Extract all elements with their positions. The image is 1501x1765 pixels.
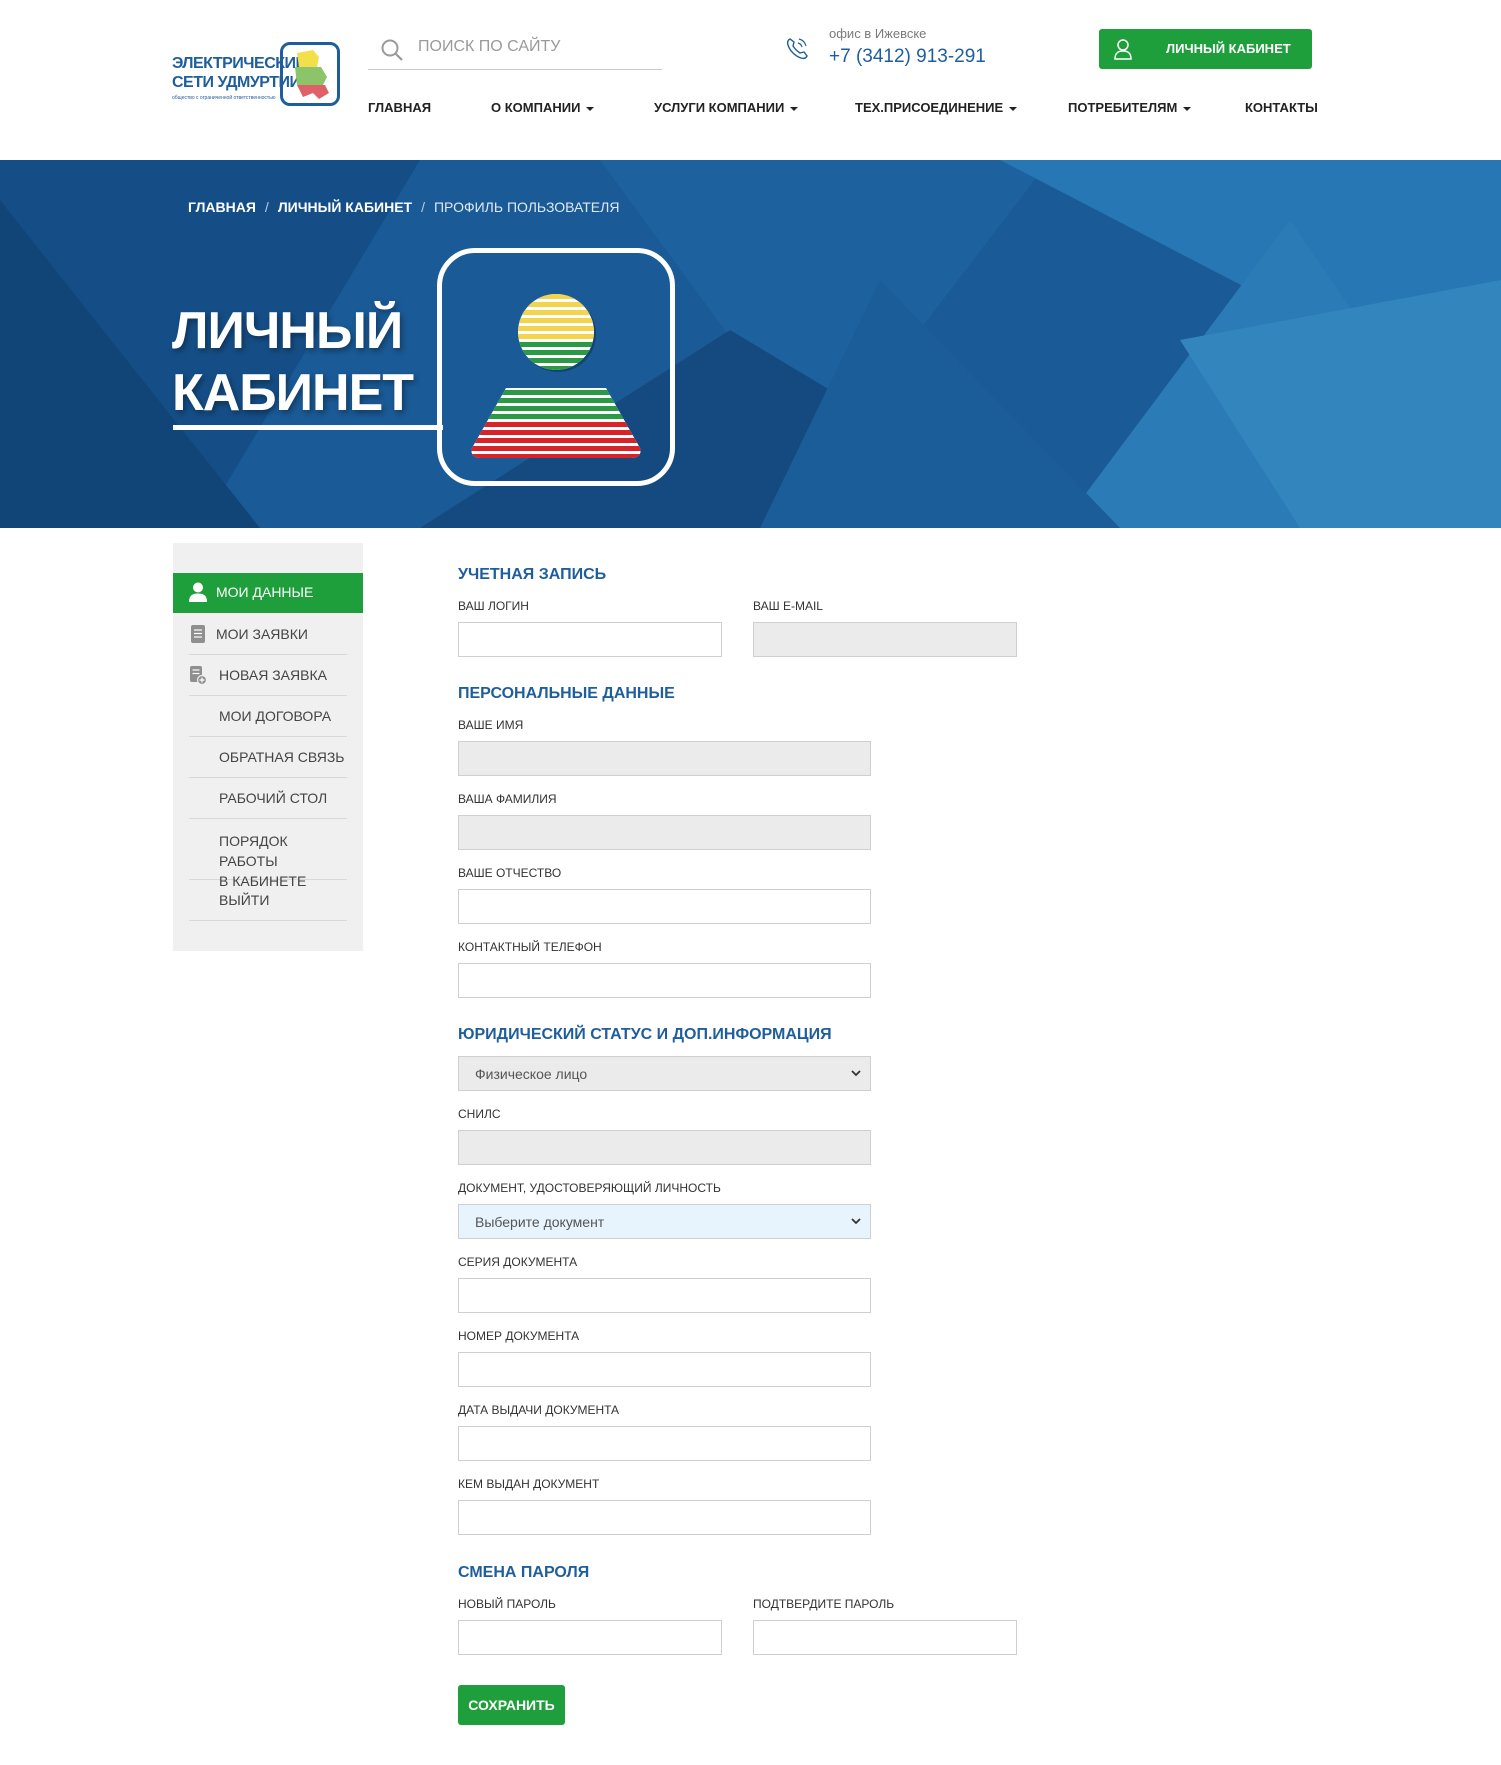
id-document-value: Выберите документ [475, 1214, 605, 1230]
breadcrumb-separator: / [421, 199, 425, 215]
breadcrumb-home[interactable]: ГЛАВНАЯ [188, 199, 256, 215]
title-underline [173, 425, 443, 430]
user-profile-icon [471, 294, 641, 458]
account-sidebar: МОИ ДАННЫЕ МОИ ЗАЯВКИ НОВАЯ ЗАЯВКА МОИ Д… [173, 543, 363, 951]
nav-label: О КОМПАНИИ [491, 100, 581, 115]
id-document-label: ДОКУМЕНТ, УДОСТОВЕРЯЮЩИЙ ЛИЧНОСТЬ [458, 1181, 721, 1195]
logo-emblem [280, 42, 340, 106]
first-name-input[interactable] [458, 741, 871, 776]
document-number-label: НОМЕР ДОКУМЕНТА [458, 1329, 580, 1343]
nav-about[interactable]: О КОМПАНИИ [491, 100, 595, 115]
document-issuer-label: КЕМ ВЫДАН ДОКУМЕНТ [458, 1477, 600, 1491]
page-title-line1: ЛИЧНЫЙ [172, 302, 403, 360]
phone-icon [786, 38, 808, 60]
sidebar-item-label: РАБОЧИЙ СТОЛ [219, 790, 328, 806]
document-issuer-input[interactable] [458, 1500, 871, 1535]
new-password-input[interactable] [458, 1620, 722, 1655]
section-title-account: УЧЕТНАЯ ЗАПИСЬ [458, 566, 607, 583]
company-logo[interactable]: ЭЛЕКТРИЧЕСКИЕ СЕТИ УДМУРТИИ общество с о… [172, 42, 340, 112]
last-name-label: ВАША ФАМИЛИЯ [458, 792, 557, 806]
last-name-input[interactable] [458, 815, 871, 850]
nav-consumers[interactable]: ПОТРЕБИТЕЛЯМ [1068, 100, 1192, 115]
document-icon [191, 625, 205, 643]
user-icon [1114, 39, 1132, 60]
logo-subtitle: общество с ограниченной ответственностью [172, 95, 276, 101]
login-input[interactable] [458, 622, 722, 657]
new-password-label: НОВЫЙ ПАРОЛЬ [458, 1597, 556, 1611]
email-input[interactable] [753, 622, 1017, 657]
section-title-legal: ЮРИДИЧЕСКИЙ СТАТУС И ДОП.ИНФОРМАЦИЯ [458, 1026, 832, 1043]
hero-banner: ГЛАВНАЯ / ЛИЧНЫЙ КАБИНЕТ / ПРОФИЛЬ ПОЛЬЗОВАТ… [0, 160, 1501, 528]
email-label: ВАШ E-MAIL [753, 599, 823, 613]
login-label: ВАШ ЛОГИН [458, 599, 529, 613]
nav-label: УСЛУГИ КОМПАНИИ [654, 100, 785, 115]
contact-phone-label: КОНТАКТНЫЙ ТЕЛЕФОН [458, 940, 602, 954]
personal-cabinet-label: ЛИЧНЫЙ КАБИНЕТ [1166, 41, 1291, 56]
office-label: офис в Ижевске [829, 26, 927, 41]
phone-number[interactable]: +7 (3412) 913-291 [829, 46, 986, 68]
page-title: ЛИЧНЫЙ КАБИНЕТ [172, 300, 414, 424]
user-icon [189, 582, 207, 602]
id-document-select[interactable]: Выберите документ [458, 1204, 871, 1239]
nav-label: ТЕХ.ПРИСОЕДИНЕНИЕ [855, 100, 1004, 115]
personal-cabinet-button[interactable]: ЛИЧНЫЙ КАБИНЕТ [1099, 29, 1312, 69]
caret-down-icon [790, 106, 799, 111]
search-input[interactable]: ПОИСК ПО САЙТУ [418, 38, 560, 56]
snils-label: СНИЛС [458, 1107, 501, 1121]
sidebar-item-label-line1: ПОРЯДОК РАБОТЫ [219, 833, 288, 869]
document-date-label: ДАТА ВЫДАЧИ ДОКУМЕНТА [458, 1403, 620, 1417]
document-series-input[interactable] [458, 1278, 871, 1313]
section-title-personal: ПЕРСОНАЛЬНЫЕ ДАННЫЕ [458, 685, 675, 702]
confirm-password-input[interactable] [753, 1620, 1017, 1655]
page-title-line2: КАБИНЕТ [172, 364, 414, 422]
nav-tech-connection[interactable]: ТЕХ.ПРИСОЕДИНЕНИЕ [855, 100, 1018, 115]
site-header: ЭЛЕКТРИЧЕСКИЕ СЕТИ УДМУРТИИ общество с о… [0, 0, 1501, 160]
breadcrumb-cabinet[interactable]: ЛИЧНЫЙ КАБИНЕТ [278, 199, 412, 215]
breadcrumb-separator: / [264, 199, 269, 215]
chevron-down-icon [851, 1070, 861, 1077]
confirm-password-label: ПОДТВЕРДИТЕ ПАРОЛЬ [753, 1597, 895, 1611]
nav-contacts[interactable]: КОНТАКТЫ [1245, 100, 1318, 115]
first-name-label: ВАШЕ ИМЯ [458, 718, 524, 732]
snils-input[interactable] [458, 1130, 871, 1165]
sidebar-item-my-contracts[interactable]: МОИ ДОГОВОРА [189, 696, 347, 737]
patronymic-input[interactable] [458, 889, 871, 924]
contact-phone-input[interactable] [458, 963, 871, 998]
nav-home[interactable]: ГЛАВНАЯ [368, 100, 431, 115]
new-document-icon [190, 666, 207, 685]
chevron-down-icon [851, 1218, 861, 1225]
sidebar-item-logout[interactable]: ВЫЙТИ [189, 880, 347, 921]
save-button[interactable]: СОХРАНИТЬ [458, 1685, 565, 1725]
search-bar[interactable]: ПОИСК ПО САЙТУ [368, 32, 662, 70]
caret-down-icon [1009, 106, 1018, 111]
sidebar-item-work-procedure[interactable]: ПОРЯДОК РАБОТЫ В КАБИНЕТЕ [189, 819, 347, 889]
legal-status-select[interactable]: Физическое лицо [458, 1056, 871, 1091]
breadcrumb: ГЛАВНАЯ / ЛИЧНЫЙ КАБИНЕТ / ПРОФИЛЬ ПОЛЬЗОВАТ… [188, 199, 619, 215]
sidebar-item-label: НОВАЯ ЗАЯВКА [219, 667, 327, 683]
sidebar-item-my-requests[interactable]: МОИ ЗАЯВКИ [189, 614, 347, 655]
sidebar-item-desktop[interactable]: РАБОЧИЙ СТОЛ [189, 778, 347, 819]
patronymic-label: ВАШЕ ОТЧЕСТВО [458, 866, 562, 880]
nav-label: ПОТРЕБИТЕЛЯМ [1068, 100, 1178, 115]
caret-down-icon [586, 106, 595, 111]
nav-label: ГЛАВНАЯ [368, 100, 432, 115]
search-icon[interactable] [380, 38, 404, 62]
sidebar-item-label: ОБРАТНАЯ СВЯЗЬ [219, 749, 345, 765]
sidebar-item-new-request[interactable]: НОВАЯ ЗАЯВКА [189, 655, 347, 696]
sidebar-item-label: МОИ ДОГОВОРА [219, 708, 332, 724]
legal-status-value: Физическое лицо [475, 1066, 588, 1082]
sidebar-item-label: МОИ ДАННЫЕ [216, 584, 314, 600]
document-series-label: СЕРИЯ ДОКУМЕНТА [458, 1255, 578, 1269]
caret-down-icon [1183, 106, 1192, 111]
nav-services[interactable]: УСЛУГИ КОМПАНИИ [654, 100, 799, 115]
nav-label: КОНТАКТЫ [1245, 100, 1318, 115]
section-title-password: СМЕНА ПАРОЛЯ [458, 1564, 590, 1581]
sidebar-item-my-data[interactable]: МОИ ДАННЫЕ [173, 573, 363, 613]
sidebar-item-label: МОИ ЗАЯВКИ [216, 626, 308, 642]
sidebar-item-label: ВЫЙТИ [219, 892, 270, 908]
breadcrumb-current: ПРОФИЛЬ ПОЛЬЗОВАТЕЛЯ [433, 199, 620, 215]
document-number-input[interactable] [458, 1352, 871, 1387]
sidebar-item-feedback[interactable]: ОБРАТНАЯ СВЯЗЬ [189, 737, 347, 778]
document-date-input[interactable] [458, 1426, 871, 1461]
